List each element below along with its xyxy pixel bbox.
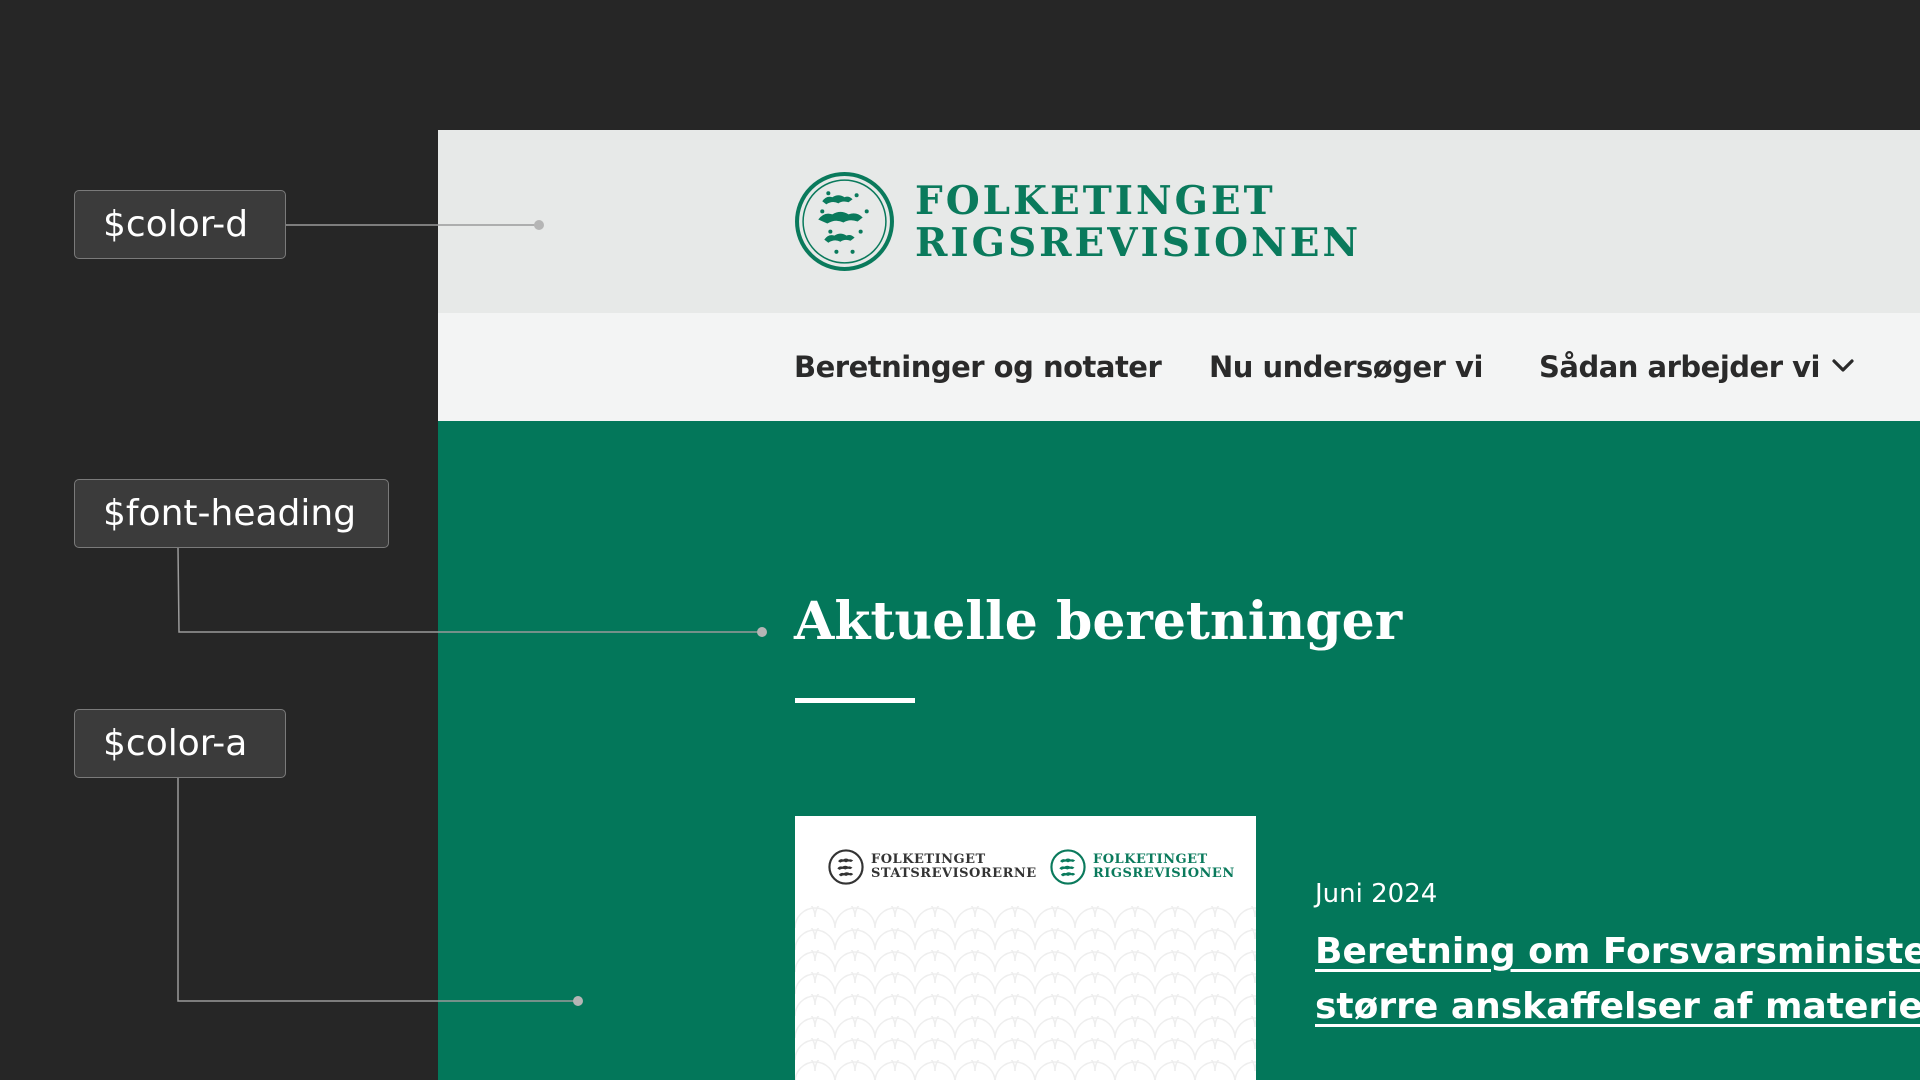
annotation-font-heading: $font-heading (74, 479, 389, 548)
card-logo2-line2: RIGSREVISIONEN (1093, 866, 1235, 881)
chevron-down-icon[interactable] (1828, 351, 1858, 381)
statsrevisorerne-logo: FOLKETINGET STATSREVISORERNE (828, 849, 1037, 885)
report-title-line1: Beretning om Forsvarsminister (1315, 931, 1920, 972)
section-heading: Aktuelle beretninger (794, 591, 1403, 652)
site-nav: Beretninger og notater Nu undersøger vi … (438, 313, 1920, 421)
logo-line-2: RIGSREVISIONEN (915, 219, 1362, 266)
rigsrevisionen-logo: FOLKETINGET RIGSREVISIONEN (1050, 849, 1235, 885)
card-logo1-line2: STATSREVISORERNE (871, 866, 1037, 881)
nav-item-beretninger[interactable]: Beretninger og notater (794, 313, 1162, 421)
site-logo[interactable]: FOLKETINGET RIGSREVISIONEN (794, 171, 1361, 272)
logo-line-1: FOLKETINGET (915, 177, 1276, 224)
crest-icon (795, 172, 894, 271)
annotation-color-d: $color-d (74, 190, 286, 259)
nav-item-nu-undersoger-vi[interactable]: Nu undersøger vi (1209, 313, 1483, 421)
report-cover[interactable]: FOLKETINGET STATSREVISORERNE FOLKETINGET… (795, 816, 1256, 1080)
cover-pattern (795, 906, 1256, 1080)
card-logo2-line1: FOLKETINGET (1093, 852, 1208, 867)
crest-icon (1050, 849, 1086, 885)
crest-icon (828, 849, 864, 885)
website-preview: FOLKETINGET RIGSREVISIONEN Beretninger o… (438, 130, 1920, 1080)
main-section: Aktuelle beretninger FOLKETINGET STATSRE… (438, 421, 1920, 1080)
report-title-line2: større anskaffelser af materiel (1315, 986, 1920, 1027)
report-title-link[interactable]: Beretning om Forsvarsminister større ans… (1315, 924, 1920, 1034)
card-logo1-line1: FOLKETINGET (871, 852, 986, 867)
nav-item-sadan-arbejder-vi[interactable]: Sådan arbejder vi (1539, 313, 1820, 421)
report-date: Juni 2024 (1315, 879, 1438, 909)
annotation-color-a: $color-a (74, 709, 286, 778)
site-header: FOLKETINGET RIGSREVISIONEN (438, 130, 1920, 313)
logo-text: FOLKETINGET RIGSREVISIONEN (915, 180, 1361, 264)
heading-underline (795, 698, 915, 703)
